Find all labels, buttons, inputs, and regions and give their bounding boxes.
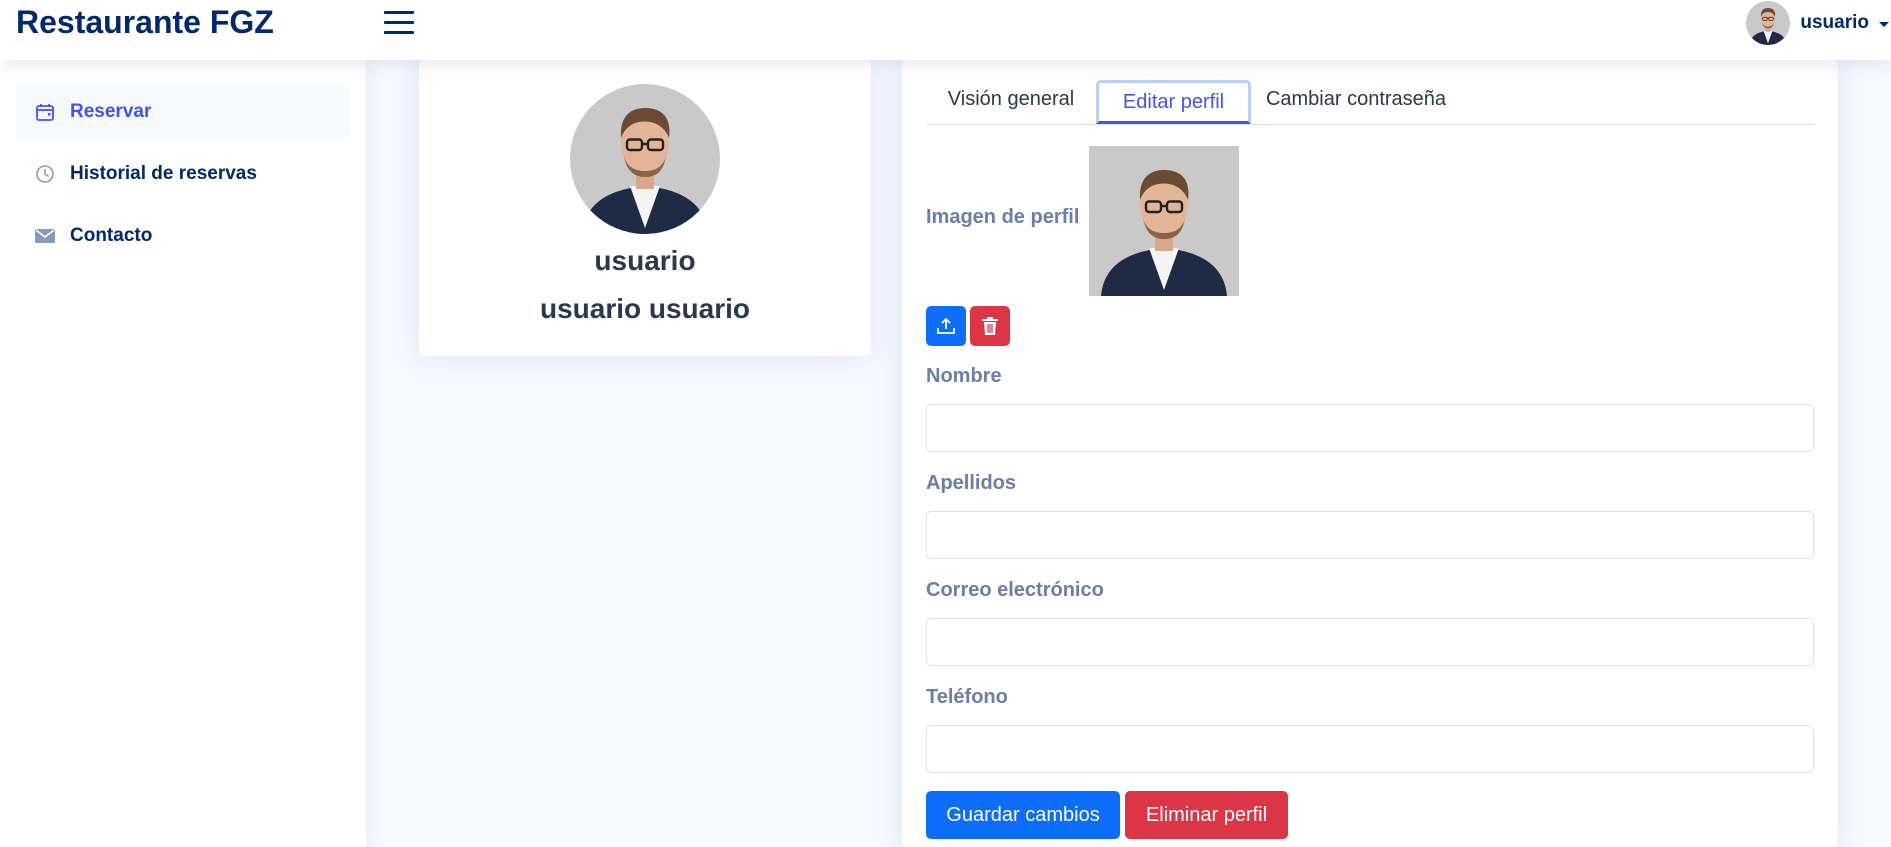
profile-image-label: Imagen de perfil	[926, 206, 1080, 228]
apellidos-field[interactable]	[926, 511, 1814, 559]
save-changes-button[interactable]: Guardar cambios	[926, 791, 1120, 839]
delete-profile-button[interactable]: Eliminar perfil	[1125, 791, 1288, 839]
avatar	[1746, 1, 1790, 45]
hamburger-icon[interactable]	[384, 9, 414, 35]
telefono-label: Teléfono	[926, 686, 1008, 708]
upload-icon	[937, 317, 955, 334]
clock-icon	[34, 163, 56, 185]
profile-full-name: usuario usuario	[539, 293, 751, 324]
sidebar-item-label: Reservar	[70, 101, 152, 122]
profile-username: usuario	[594, 245, 696, 276]
apellidos-label: Apellidos	[926, 472, 1017, 494]
tab-overview[interactable]: Visión general	[926, 80, 1096, 124]
trash-icon	[982, 317, 998, 335]
upload-image-button[interactable]	[926, 306, 966, 346]
top-header: Restaurante FGZ usuario	[0, 0, 1891, 60]
sidebar: Reservar Historial de reservas Contacto	[0, 60, 366, 847]
envelope-icon	[34, 225, 56, 247]
user-menu[interactable]: usuario	[1746, 0, 1891, 46]
sidebar-item-label: Contacto	[70, 225, 153, 246]
brand-logo[interactable]: Restaurante FGZ	[16, 2, 274, 42]
tab-edit-profile[interactable]: Editar perfil	[1096, 80, 1251, 124]
user-name: usuario	[1800, 12, 1869, 33]
tab-change-password[interactable]: Cambiar contraseña	[1251, 80, 1461, 124]
nombre-field[interactable]	[926, 404, 1814, 452]
delete-image-button[interactable]	[970, 306, 1010, 346]
edit-profile-card: Visión general Editar perfil Cambiar con…	[902, 60, 1838, 847]
sidebar-item-historial[interactable]: Historial de reservas	[16, 147, 350, 201]
sidebar-item-contacto[interactable]: Contacto	[16, 209, 350, 263]
nombre-label: Nombre	[926, 365, 1002, 387]
sidebar-item-reservar[interactable]: Reservar	[16, 85, 350, 139]
email-label: Correo electrónico	[926, 579, 1104, 601]
sidebar-item-label: Historial de reservas	[70, 163, 257, 184]
telefono-field[interactable]	[926, 725, 1814, 773]
profile-card: usuario usuario usuario	[419, 60, 871, 356]
chevron-down-icon	[1879, 21, 1889, 27]
calendar-icon	[34, 101, 56, 123]
profile-photo	[570, 84, 720, 234]
email-field[interactable]	[926, 618, 1814, 666]
profile-image-preview	[1089, 146, 1239, 296]
profile-tabs: Visión general Editar perfil Cambiar con…	[926, 70, 1814, 125]
